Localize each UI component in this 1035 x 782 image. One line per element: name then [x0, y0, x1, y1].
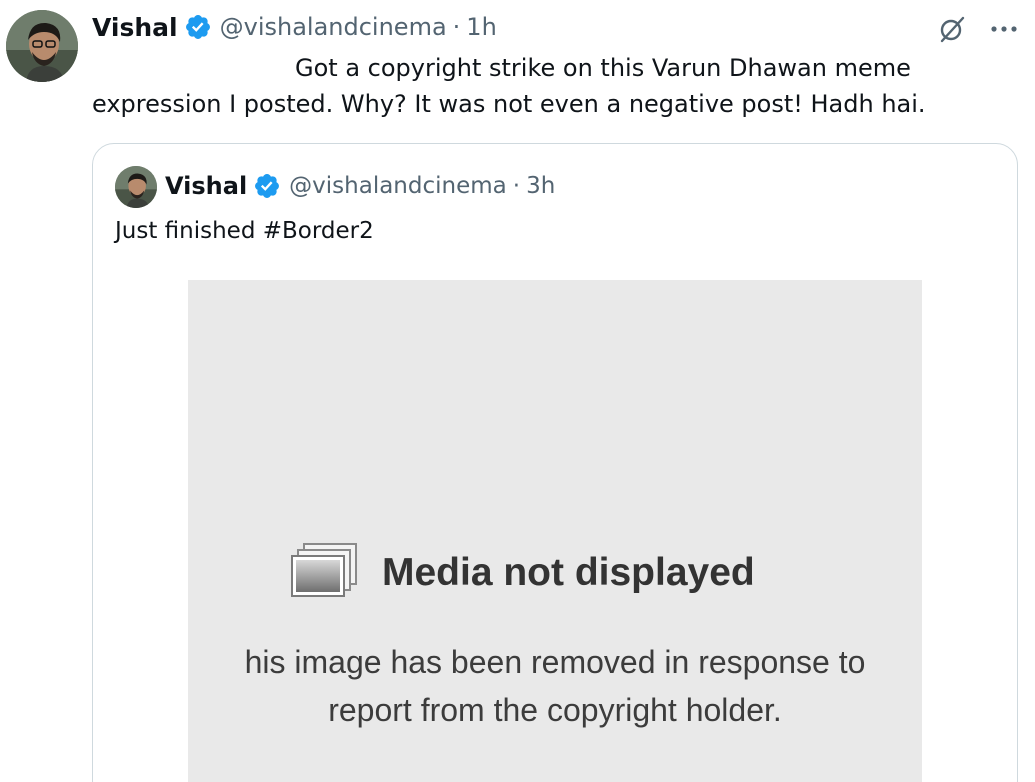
- quoted-author-name[interactable]: Vishal: [165, 172, 247, 200]
- tweet-text-line-2: expression I posted. Why? It was not eve…: [92, 90, 926, 118]
- image-placeholder-icon: [290, 542, 360, 604]
- tweet-actions: [935, 12, 1021, 46]
- verified-badge-icon: [184, 13, 212, 41]
- more-options-icon[interactable]: [987, 12, 1021, 46]
- tweet: Vishal @vishalandcinema · 1h Got a copyr…: [0, 0, 1035, 782]
- tweet-text-line-1: Got a copyright strike on this Varun Dha…: [295, 54, 911, 82]
- separator-dot: ·: [512, 173, 521, 199]
- tweet-header: Vishal @vishalandcinema · 1h: [92, 10, 497, 44]
- quoted-tweet-timestamp[interactable]: 3h: [526, 173, 555, 199]
- author-name[interactable]: Vishal: [92, 13, 178, 42]
- media-title-row: Media not displayed: [290, 542, 755, 604]
- author-avatar[interactable]: [6, 10, 78, 82]
- tweet-timestamp[interactable]: 1h: [466, 13, 496, 41]
- quoted-tweet-text: Just finished #Border2: [115, 218, 374, 244]
- grok-icon[interactable]: [935, 12, 969, 46]
- media-removed-message: his image has been removed in response t…: [188, 638, 922, 734]
- media-not-displayed-title: Media not displayed: [382, 551, 755, 594]
- author-handle[interactable]: @vishalandcinema: [220, 13, 447, 41]
- media-message-line-2: report from the copyright holder.: [328, 692, 782, 728]
- quoted-tweet-header: Vishal @vishalandcinema · 3h: [165, 170, 555, 202]
- quoted-author-avatar[interactable]: [115, 166, 157, 208]
- quoted-author-handle[interactable]: @vishalandcinema: [289, 173, 507, 199]
- separator-dot: ·: [452, 13, 461, 41]
- tweet-text: Got a copyright strike on this Varun Dha…: [92, 50, 952, 122]
- media-message-line-1: his image has been removed in response t…: [244, 644, 866, 680]
- verified-badge-icon: [253, 172, 281, 200]
- quoted-tweet-card[interactable]: Vishal @vishalandcinema · 3h Just finish…: [92, 143, 1018, 782]
- withheld-media[interactable]: Media not displayed his image has been r…: [188, 280, 922, 782]
